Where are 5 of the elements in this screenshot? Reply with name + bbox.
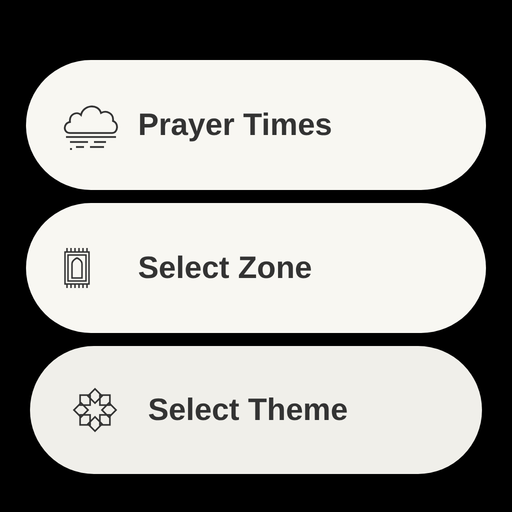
menu-button[interactable]: Select Zone xyxy=(26,203,486,333)
menu-button[interactable]: Prayer Times xyxy=(26,60,486,190)
prayer-rug-icon xyxy=(62,247,92,289)
geometric-star-icon xyxy=(72,387,118,433)
menu-button[interactable]: Select Theme xyxy=(30,346,482,474)
